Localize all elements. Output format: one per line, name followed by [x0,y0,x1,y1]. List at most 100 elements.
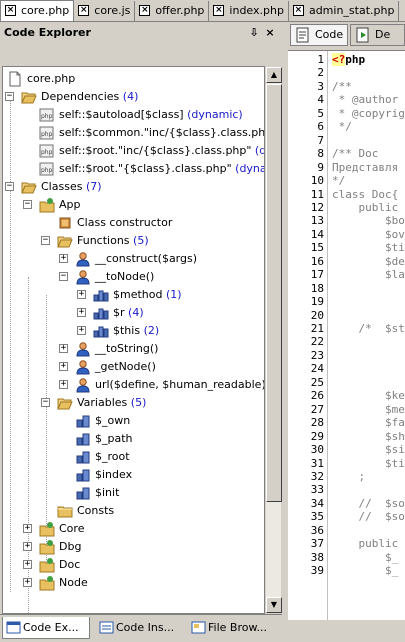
code-line[interactable]: $bo [332,214,405,227]
collapse-icon[interactable]: − [23,200,32,209]
tab-close-icon[interactable]: × [139,5,151,16]
code-line[interactable]: $sh [332,430,405,443]
code-line[interactable]: * @author [332,93,399,106]
tab-design-view[interactable]: De [350,24,405,46]
code-tree[interactable]: core.php − Dependencies (4) php self::$autol… [2,66,265,614]
code-line[interactable]: /** [332,80,352,93]
pin-icon[interactable]: ⇩ [248,24,260,42]
collapse-icon[interactable]: − [41,236,50,245]
node-text: self::$autoload[$class] [59,108,184,121]
line-number: 37 [310,537,324,551]
expand-icon[interactable]: + [59,362,68,371]
code-line[interactable]: $_ [332,551,398,564]
code-line[interactable]: */ [332,174,345,187]
node-label: Consts [77,502,114,520]
code-line[interactable]: $_ [332,564,398,577]
line-number: 39 [310,564,324,578]
code-line[interactable]: $de [332,255,405,268]
property-icon [75,467,91,483]
expand-icon[interactable]: + [59,344,68,353]
code-line[interactable]: <?php [332,53,365,66]
collapse-icon[interactable]: − [5,92,14,101]
node-text: App [59,198,81,211]
scroll-thumb[interactable] [266,84,282,502]
tab-label: core.js [94,4,131,17]
collapse-icon[interactable]: − [5,182,14,191]
node-text: __toString() [95,342,159,355]
method-icon [75,269,91,285]
node-label: Class constructor [77,214,172,232]
code-line[interactable]: // $so [332,497,404,510]
code-line[interactable]: $ov [332,228,405,241]
count-badge: (5) [129,234,149,247]
collapse-icon[interactable]: − [41,398,50,407]
line-number: 12 [310,200,324,214]
node-label: __toString() [95,340,158,358]
code-line[interactable]: $la [332,268,405,281]
line-number: 2 [317,66,324,80]
tab-admin-stat-php[interactable]: × admin_stat.php [289,1,400,21]
count-badge: (4) [124,306,144,319]
expand-icon[interactable]: + [77,308,86,317]
line-number: 29 [310,429,324,443]
code-line[interactable]: $si [332,443,405,456]
node-label: Core [59,520,84,538]
expand-icon[interactable]: + [77,290,86,299]
expand-icon[interactable]: + [77,326,86,335]
vertical-scrollbar[interactable]: ▲ ▼ [265,66,282,614]
expand-icon[interactable]: + [59,254,68,263]
code-line[interactable]: /** Doc [332,147,378,160]
node-text: __toNode() [95,270,155,283]
file-tab-bar: × core.php × core.js × offer.php × index… [0,0,405,22]
dependency-icon: php [39,143,55,159]
code-line[interactable]: $ti [332,457,405,470]
tab-close-icon[interactable]: × [5,5,16,16]
expand-icon[interactable]: + [23,560,32,569]
line-number: 30 [310,443,324,457]
tab-close-icon[interactable]: × [292,5,304,16]
code-line[interactable]: $ti [332,241,405,254]
tab-file-browser[interactable]: File Brow... [188,617,276,639]
node-text: $r [113,306,125,319]
tab-core-js[interactable]: × core.js [74,1,136,21]
class-icon [39,197,55,213]
expand-icon[interactable]: + [23,578,32,587]
tab-close-icon[interactable]: × [213,5,225,16]
code-line[interactable]: $me [332,403,405,416]
tab-core-php[interactable]: × core.php [0,0,75,21]
node-label: $r (4) [113,304,144,322]
node-text: _getNode() [95,360,156,373]
panel-title: Code Explorer [4,26,91,39]
code-line[interactable]: $fa [332,416,405,429]
tab-code-inspector[interactable]: Code Ins... [96,617,182,639]
code-line[interactable]: /* $st [332,322,404,335]
scroll-down-button[interactable]: ▼ [266,597,282,613]
code-line[interactable]: public [332,537,398,550]
expand-icon[interactable]: + [23,542,32,551]
code-editor[interactable]: 1 2 3 4 5 6 7 8 9 10 11 12 13 14 15 16 17 18 19 20 21 22 23 24 2… [288,50,405,620]
tab-offer-php[interactable]: × offer.php [135,1,210,21]
expand-icon[interactable]: + [59,380,68,389]
expand-icon[interactable]: + [23,524,32,533]
scroll-up-button[interactable]: ▲ [266,67,282,83]
node-label: App [59,196,81,214]
line-number: 28 [310,416,324,430]
tab-index-php[interactable]: × index.php [209,1,289,21]
code-line[interactable]: */ [332,120,352,133]
code-line[interactable]: public [332,201,398,214]
code-line[interactable]: Представля [332,161,398,174]
line-number-gutter: 1 2 3 4 5 6 7 8 9 10 11 12 13 14 15 16 17 18 19 20 21 22 23 24 2… [288,51,328,620]
tab-label: admin_stat.php [308,4,395,17]
code-line[interactable]: ; [332,470,365,483]
tab-code-explorer[interactable]: Code Ex... [2,617,90,639]
close-icon[interactable]: × [264,24,276,42]
tab-code-view[interactable]: Code [290,24,348,46]
code-line[interactable]: // $so [332,510,404,523]
tab-close-icon[interactable]: × [78,5,90,16]
node-label: $init [95,484,119,502]
code-line[interactable]: $ke [332,389,405,402]
line-number: 14 [310,227,324,241]
code-line[interactable]: class Doc{ [332,188,398,201]
collapse-icon[interactable]: − [59,272,68,281]
code-line[interactable]: * @copyrig [332,107,405,120]
